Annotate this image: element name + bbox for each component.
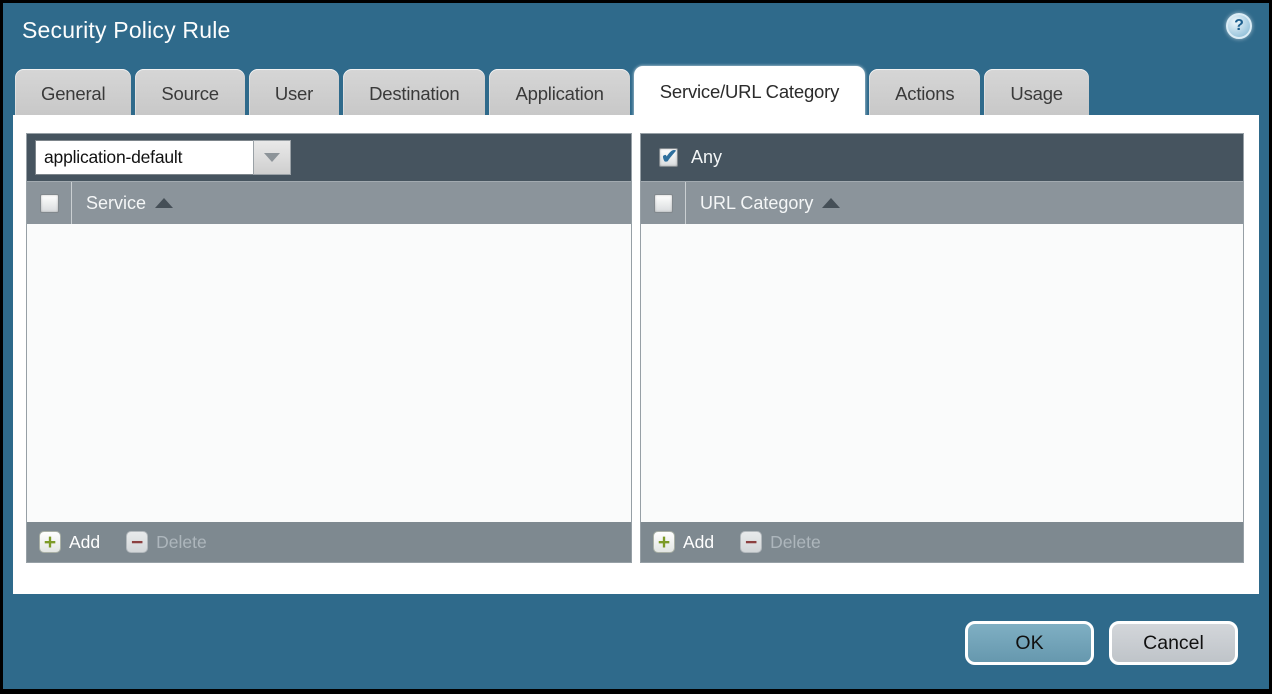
select-all-services-checkbox[interactable] — [40, 194, 59, 213]
tab-service-url-category[interactable]: Service/URL Category — [634, 66, 865, 118]
any-checkbox-row[interactable]: Any — [649, 147, 722, 168]
tab-usage[interactable]: Usage — [984, 69, 1088, 118]
tab-user[interactable]: User — [249, 69, 339, 118]
any-label: Any — [691, 147, 722, 168]
url-category-column-label: URL Category — [700, 193, 813, 214]
service-list[interactable] — [27, 224, 631, 522]
url-category-panel: Any URL Category + Add − — [640, 133, 1244, 563]
service-dropdown[interactable]: application-default — [35, 140, 291, 175]
cancel-button[interactable]: Cancel — [1109, 621, 1238, 665]
plus-icon: + — [653, 531, 675, 553]
chevron-down-icon — [264, 153, 280, 162]
tab-bar: GeneralSourceUserDestinationApplicationS… — [15, 69, 1089, 118]
tab-general[interactable]: General — [15, 69, 131, 118]
dialog-button-bar: OK Cancel — [965, 621, 1238, 665]
service-panel: application-default Service + — [26, 133, 632, 563]
url-category-select-all-cell — [641, 182, 686, 224]
service-select-all-cell — [27, 182, 72, 224]
service-column-label-cell[interactable]: Service — [72, 182, 173, 224]
ok-button[interactable]: OK — [965, 621, 1094, 665]
service-panel-header: application-default — [27, 134, 631, 181]
minus-icon: − — [740, 531, 762, 553]
dialog-title: Security Policy Rule — [22, 17, 231, 44]
select-all-url-categories-checkbox[interactable] — [654, 194, 673, 213]
add-url-category-label: Add — [683, 532, 714, 553]
service-panel-footer: + Add − Delete — [27, 522, 631, 562]
add-service-label: Add — [69, 532, 100, 553]
plus-icon: + — [39, 531, 61, 553]
tab-destination[interactable]: Destination — [343, 69, 485, 118]
delete-url-category-label: Delete — [770, 532, 821, 553]
tab-application[interactable]: Application — [489, 69, 629, 118]
add-url-category-button[interactable]: + Add — [653, 531, 714, 553]
url-category-list[interactable] — [641, 224, 1243, 522]
add-service-button[interactable]: + Add — [39, 531, 100, 553]
help-icon-glyph: ? — [1234, 17, 1244, 35]
dialog-content: application-default Service + — [13, 115, 1259, 594]
delete-url-category-button[interactable]: − Delete — [740, 531, 821, 553]
any-checkbox[interactable] — [659, 148, 678, 167]
url-category-column-label-cell[interactable]: URL Category — [686, 182, 840, 224]
url-category-panel-footer: + Add − Delete — [641, 522, 1243, 562]
security-policy-rule-dialog: Security Policy Rule ? GeneralSourceUser… — [3, 3, 1269, 689]
delete-service-label: Delete — [156, 532, 207, 553]
url-category-column-header: URL Category — [641, 181, 1243, 224]
delete-service-button[interactable]: − Delete — [126, 531, 207, 553]
sort-ascending-icon — [822, 198, 840, 208]
url-category-panel-header: Any — [641, 134, 1243, 181]
tab-actions[interactable]: Actions — [869, 69, 980, 118]
service-column-label: Service — [86, 193, 146, 214]
service-column-header: Service — [27, 181, 631, 224]
service-dropdown-button[interactable] — [253, 140, 291, 175]
minus-icon: − — [126, 531, 148, 553]
service-dropdown-value[interactable]: application-default — [35, 140, 253, 175]
help-icon[interactable]: ? — [1226, 13, 1252, 39]
tab-source[interactable]: Source — [135, 69, 244, 118]
sort-ascending-icon — [155, 198, 173, 208]
